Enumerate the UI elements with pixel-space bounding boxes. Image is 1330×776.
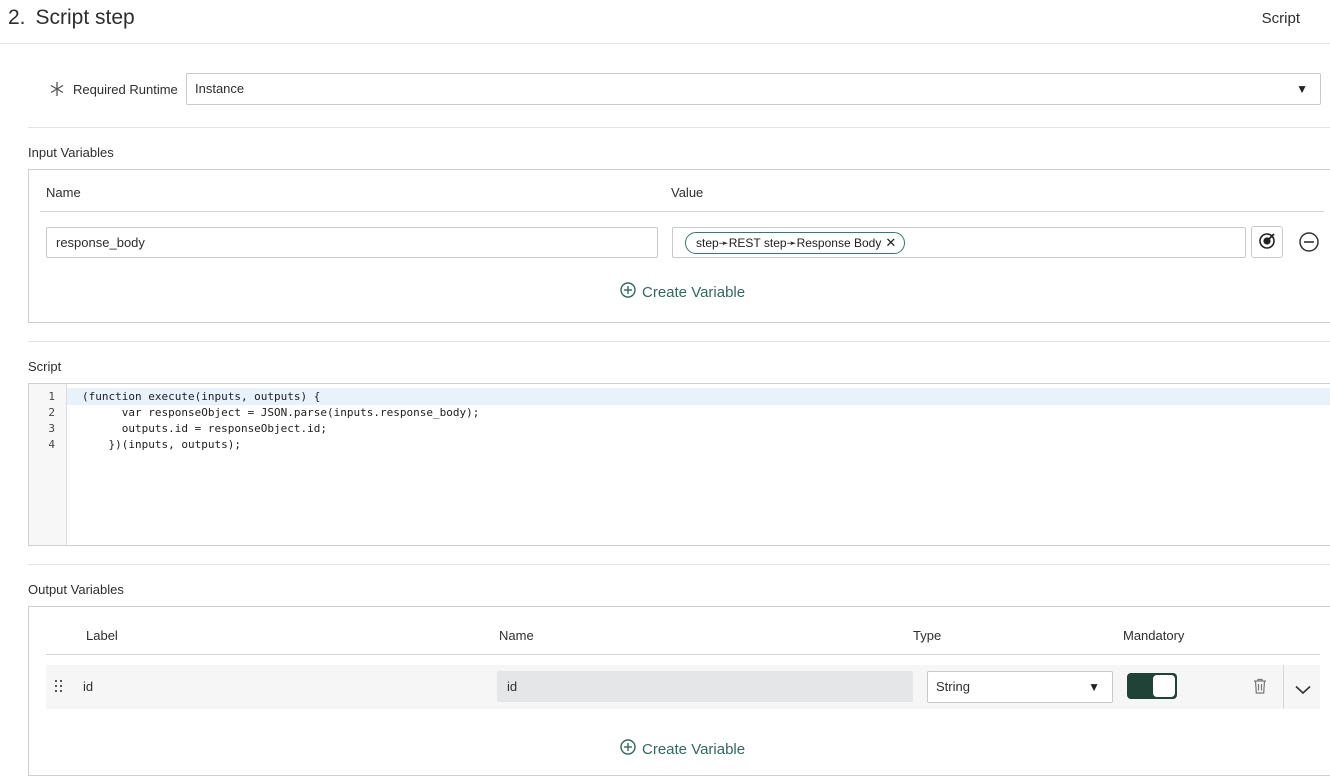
section-divider	[28, 127, 1330, 128]
plus-circle-icon	[620, 739, 636, 759]
output-variable-name-field: id	[497, 671, 913, 702]
plus-circle-icon	[620, 282, 636, 302]
edge-clipped-icon[interactable]	[1324, 6, 1330, 34]
data-pill-picker-icon	[1258, 232, 1276, 253]
line-number: 1	[48, 390, 55, 403]
data-pill[interactable]: step➛REST step➛Response Body ✕	[685, 232, 906, 254]
input-header-divider	[40, 211, 1324, 212]
create-output-variable-button[interactable]: Create Variable	[620, 739, 745, 759]
input-variables-title: Input Variables	[28, 145, 114, 160]
chevron-down-icon[interactable]	[1295, 683, 1311, 698]
create-variable-label: Create Variable	[642, 740, 746, 758]
header-divider	[0, 43, 1330, 44]
code-line: outputs.id = responseObject.id;	[82, 422, 328, 435]
required-runtime-select[interactable]: Instance ▼	[186, 73, 1321, 105]
input-col-name: Name	[46, 185, 81, 200]
close-icon[interactable]: ✕	[885, 235, 896, 250]
output-col-type: Type	[913, 628, 942, 643]
required-runtime-label: Required Runtime	[73, 82, 178, 97]
trash-icon[interactable]	[1253, 678, 1267, 697]
input-col-value: Value	[671, 185, 704, 200]
step-type-label: Script	[1261, 10, 1300, 27]
create-variable-label: Create Variable	[642, 283, 746, 301]
output-col-label: Label	[86, 628, 118, 643]
step-title: 2. Script step	[8, 6, 135, 30]
output-col-mandatory: Mandatory	[1123, 628, 1185, 643]
caret-down-icon: ▼	[1088, 680, 1100, 694]
output-variable-type-select[interactable]: String ▼	[927, 671, 1113, 703]
code-line: (function execute(inputs, outputs) {	[82, 390, 321, 403]
section-divider	[28, 564, 1330, 565]
row-divider	[1283, 665, 1284, 709]
code-line: var responseObject = JSON.parse(inputs.r…	[82, 406, 480, 419]
toggle-knob	[1153, 675, 1175, 697]
step-number: 2.	[8, 6, 26, 29]
line-number: 2	[48, 406, 55, 419]
output-variable-type-value: String	[936, 679, 970, 694]
input-variable-name-field[interactable]: response_body	[46, 227, 658, 258]
mandatory-toggle[interactable]	[1127, 673, 1177, 699]
minus-circle-icon[interactable]	[1298, 231, 1320, 256]
asterisk-icon	[50, 78, 64, 100]
output-variable-label[interactable]: id	[83, 679, 93, 694]
caret-down-icon: ▼	[1296, 82, 1308, 96]
data-pill-label: step➛REST step➛Response Body	[696, 236, 882, 250]
create-input-variable-button[interactable]: Create Variable	[620, 282, 745, 302]
data-pill-picker-button[interactable]	[1251, 226, 1283, 258]
output-col-name: Name	[499, 628, 534, 643]
step-title-text: Script step	[35, 6, 135, 29]
code-line: })(inputs, outputs);	[82, 438, 241, 451]
script-title: Script	[28, 359, 62, 374]
section-divider	[28, 341, 1330, 342]
required-runtime-value: Instance	[195, 81, 245, 96]
line-number: 4	[48, 438, 55, 451]
output-variables-title: Output Variables	[28, 582, 124, 597]
script-editor[interactable]: 1 2 3 4 (function execute(inputs, output…	[28, 383, 1330, 546]
line-number: 3	[48, 422, 55, 435]
drag-handle-icon[interactable]	[55, 679, 63, 696]
output-header-divider	[46, 654, 1320, 655]
